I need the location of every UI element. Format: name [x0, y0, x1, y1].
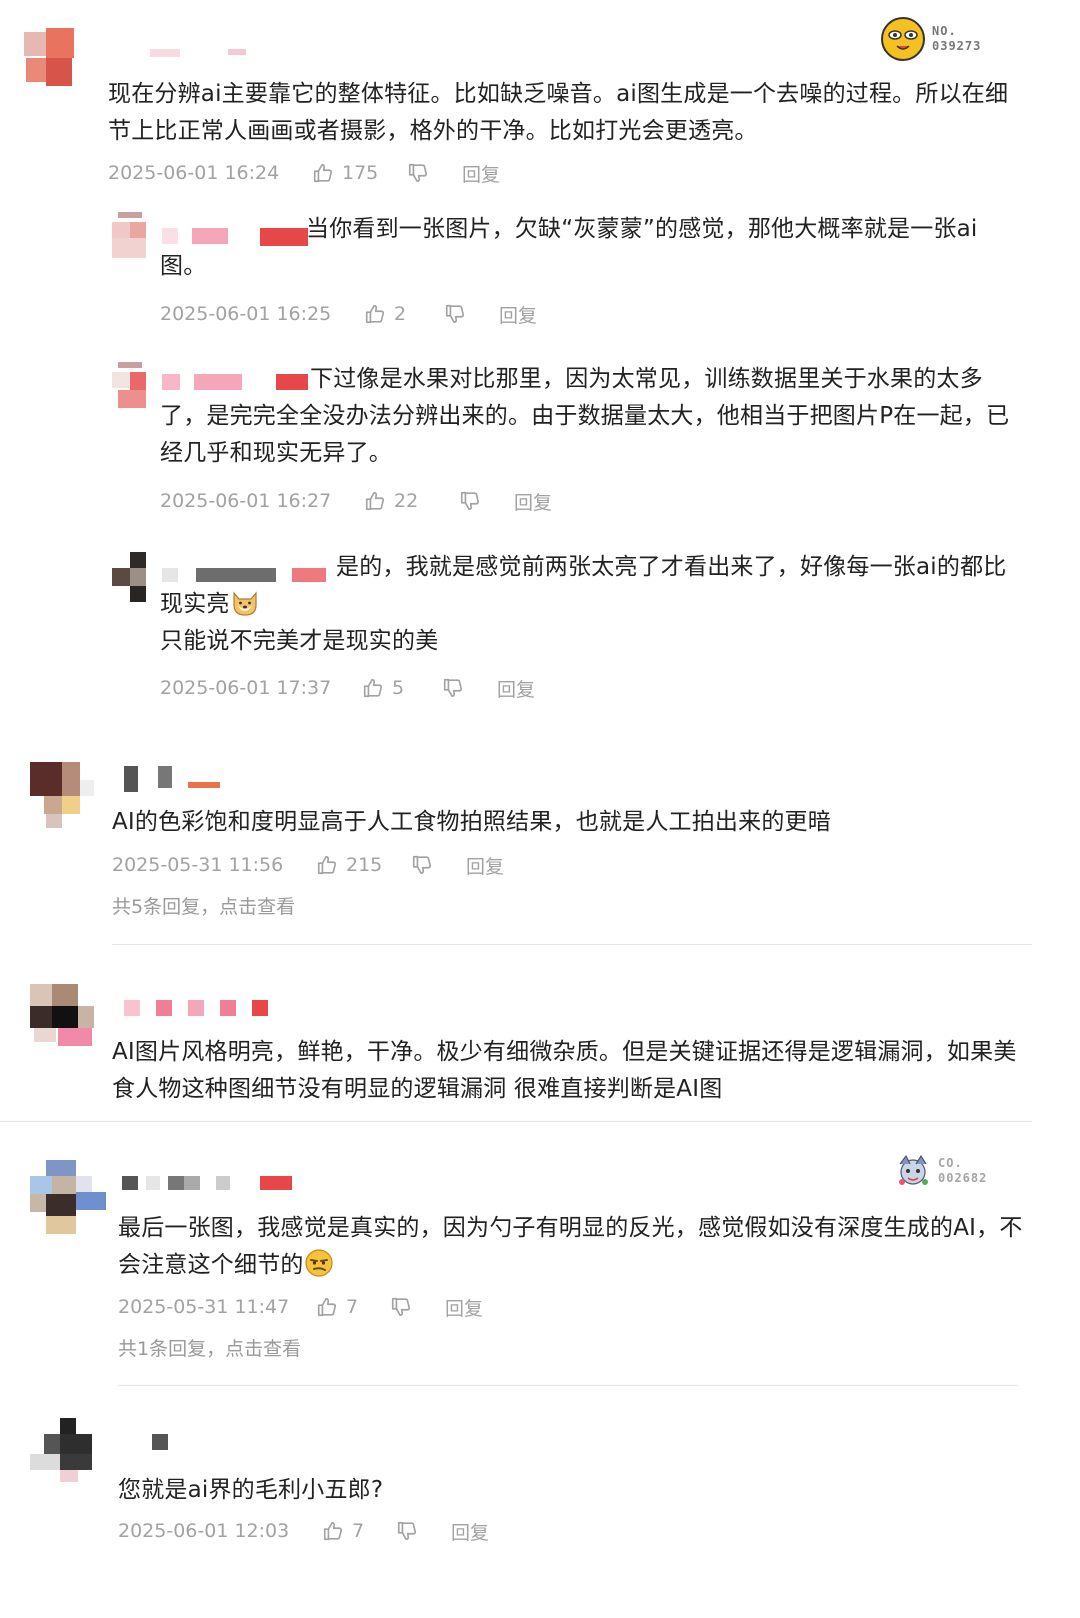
- comment-text: 是的，我就是感觉前两张太亮了才看出来了，好像每一张ai的都比 现实亮 只能说不完…: [160, 554, 1007, 654]
- thumbs-up-icon: [317, 855, 337, 875]
- avatar[interactable]: [112, 212, 148, 260]
- thumbs-down-icon: [445, 304, 465, 324]
- timestamp: 2025-05-31 11:56: [112, 854, 284, 876]
- like-count: 215: [346, 854, 383, 876]
- thumbs-down-icon: [397, 1521, 417, 1541]
- divider: [0, 1121, 1032, 1122]
- avatar[interactable]: [30, 1418, 96, 1484]
- view-replies-link[interactable]: 共1条回复，点击查看: [118, 1334, 301, 1361]
- comment-text: 现在分辨ai主要靠它的整体特征。比如缺乏噪音。ai图生成是一个去噪的过程。所以在…: [108, 81, 1009, 144]
- comment-meta: 2025-05-31 11:56 215 回复: [112, 851, 504, 879]
- comment-text: 您就是ai界的毛利小五郎?: [118, 1477, 384, 1503]
- comment-meta: 2025-06-01 16:27 22 回复: [160, 487, 552, 515]
- timestamp: 2025-06-01 12:03: [118, 1520, 290, 1542]
- thumbs-up-icon: [317, 1297, 337, 1317]
- reply-button[interactable]: 回复: [514, 488, 552, 515]
- thumbs-up-icon: [365, 304, 385, 324]
- timestamp: 2025-06-01 16:25: [160, 303, 332, 325]
- like-count: 22: [394, 490, 419, 512]
- timestamp: 2025-05-31 11:47: [118, 1296, 290, 1318]
- dislike-button[interactable]: [459, 490, 514, 512]
- thumbs-up-icon: [363, 678, 383, 698]
- badge-character-icon: [899, 1154, 928, 1185]
- comment-meta: 2025-05-31 11:47 7 回复: [118, 1293, 483, 1321]
- avatar[interactable]: [18, 28, 84, 90]
- like-count: 7: [352, 1520, 365, 1542]
- comment-text: 下过像是水果对比那里，因为太常见，训练数据里关于水果的太多 了，是完完全全没办法…: [160, 366, 1010, 466]
- like-button[interactable]: 175: [312, 162, 407, 184]
- dislike-button[interactable]: [442, 677, 497, 699]
- view-replies-link[interactable]: 共5条回复，点击查看: [112, 892, 295, 919]
- badge-number: 039273: [932, 39, 982, 53]
- username-masked[interactable]: [122, 1174, 292, 1198]
- badge-label: NO.: [932, 24, 957, 38]
- thumbs-down-icon: [460, 491, 480, 511]
- dislike-button[interactable]: [444, 303, 499, 325]
- divider: [118, 1385, 1018, 1386]
- comment-meta: 2025-06-01 12:03 7 回复: [118, 1517, 489, 1545]
- avatar[interactable]: [30, 1160, 108, 1236]
- comment-text: 最后一张图，我感觉是真实的，因为勺子有明显的反光，感觉假如没有深度生成的AI，不…: [118, 1215, 1023, 1278]
- username-masked[interactable]: [124, 766, 224, 792]
- reply-button[interactable]: 回复: [451, 1518, 489, 1545]
- comment-text: AI的色彩饱和度明显高于人工食物拍照结果，也就是人工拍出来的更暗: [112, 809, 831, 835]
- thumbs-up-icon: [365, 491, 385, 511]
- like-button[interactable]: 7: [322, 1520, 396, 1542]
- username-masked[interactable]: [124, 1000, 270, 1024]
- thumbs-up-icon: [323, 1521, 343, 1541]
- avatar[interactable]: [112, 552, 148, 602]
- thumbs-up-icon: [313, 163, 333, 183]
- like-count: 7: [346, 1296, 359, 1318]
- dislike-button[interactable]: [396, 1520, 451, 1542]
- like-count: 175: [342, 162, 379, 184]
- badge-number: 002682: [938, 1171, 988, 1185]
- username-masked[interactable]: [150, 45, 260, 69]
- smirk-emoji: [305, 1249, 333, 1277]
- avatar[interactable]: [30, 984, 96, 1048]
- comment-text: 当你看到一张图片，欠缺“灰蒙蒙”的感觉，那他大概率就是一张ai 图。: [160, 216, 978, 279]
- reply-button[interactable]: 回复: [462, 160, 500, 187]
- fan-badge: NO. 039273: [880, 16, 981, 62]
- like-button[interactable]: 215: [316, 854, 411, 876]
- thumbs-down-icon: [391, 1297, 411, 1317]
- dislike-button[interactable]: [411, 854, 466, 876]
- comment-meta: 2025-06-01 16:24 175 回复: [108, 159, 500, 187]
- thumbs-down-icon: [443, 678, 463, 698]
- like-button[interactable]: 2: [364, 303, 444, 325]
- reply-button[interactable]: 回复: [466, 852, 504, 879]
- avatar[interactable]: [112, 362, 148, 410]
- comment-text: AI图片风格明亮，鲜艳，干净。极少有细微杂质。但是关键证据还得是逻辑漏洞，如果美…: [112, 1039, 1017, 1102]
- reply-button[interactable]: 回复: [445, 1294, 483, 1321]
- reply-button[interactable]: 回复: [497, 675, 535, 702]
- avatar[interactable]: [30, 762, 96, 830]
- timestamp: 2025-06-01 16:27: [160, 490, 332, 512]
- thumbs-down-icon: [412, 855, 432, 875]
- comment-meta: 2025-06-01 16:25 2 回复: [160, 300, 537, 328]
- fan-badge: CO. 002682: [894, 1152, 987, 1190]
- divider: [112, 944, 1032, 945]
- badge-label: CO.: [938, 1156, 963, 1170]
- doge-emoji: [233, 591, 257, 616]
- badge-face-icon: [881, 17, 925, 61]
- like-button[interactable]: 5: [362, 677, 442, 699]
- timestamp: 2025-06-01 17:37: [160, 677, 332, 699]
- comment-meta: 2025-06-01 17:37 5 回复: [160, 674, 535, 702]
- like-button[interactable]: 22: [364, 490, 459, 512]
- like-count: 5: [392, 677, 405, 699]
- dislike-button[interactable]: [390, 1296, 445, 1318]
- reply-button[interactable]: 回复: [499, 301, 537, 328]
- timestamp: 2025-06-01 16:24: [108, 162, 280, 184]
- username-masked[interactable]: [152, 1434, 172, 1458]
- thumbs-down-icon: [408, 163, 428, 183]
- like-count: 2: [394, 303, 407, 325]
- dislike-button[interactable]: [407, 162, 462, 184]
- like-button[interactable]: 7: [316, 1296, 390, 1318]
